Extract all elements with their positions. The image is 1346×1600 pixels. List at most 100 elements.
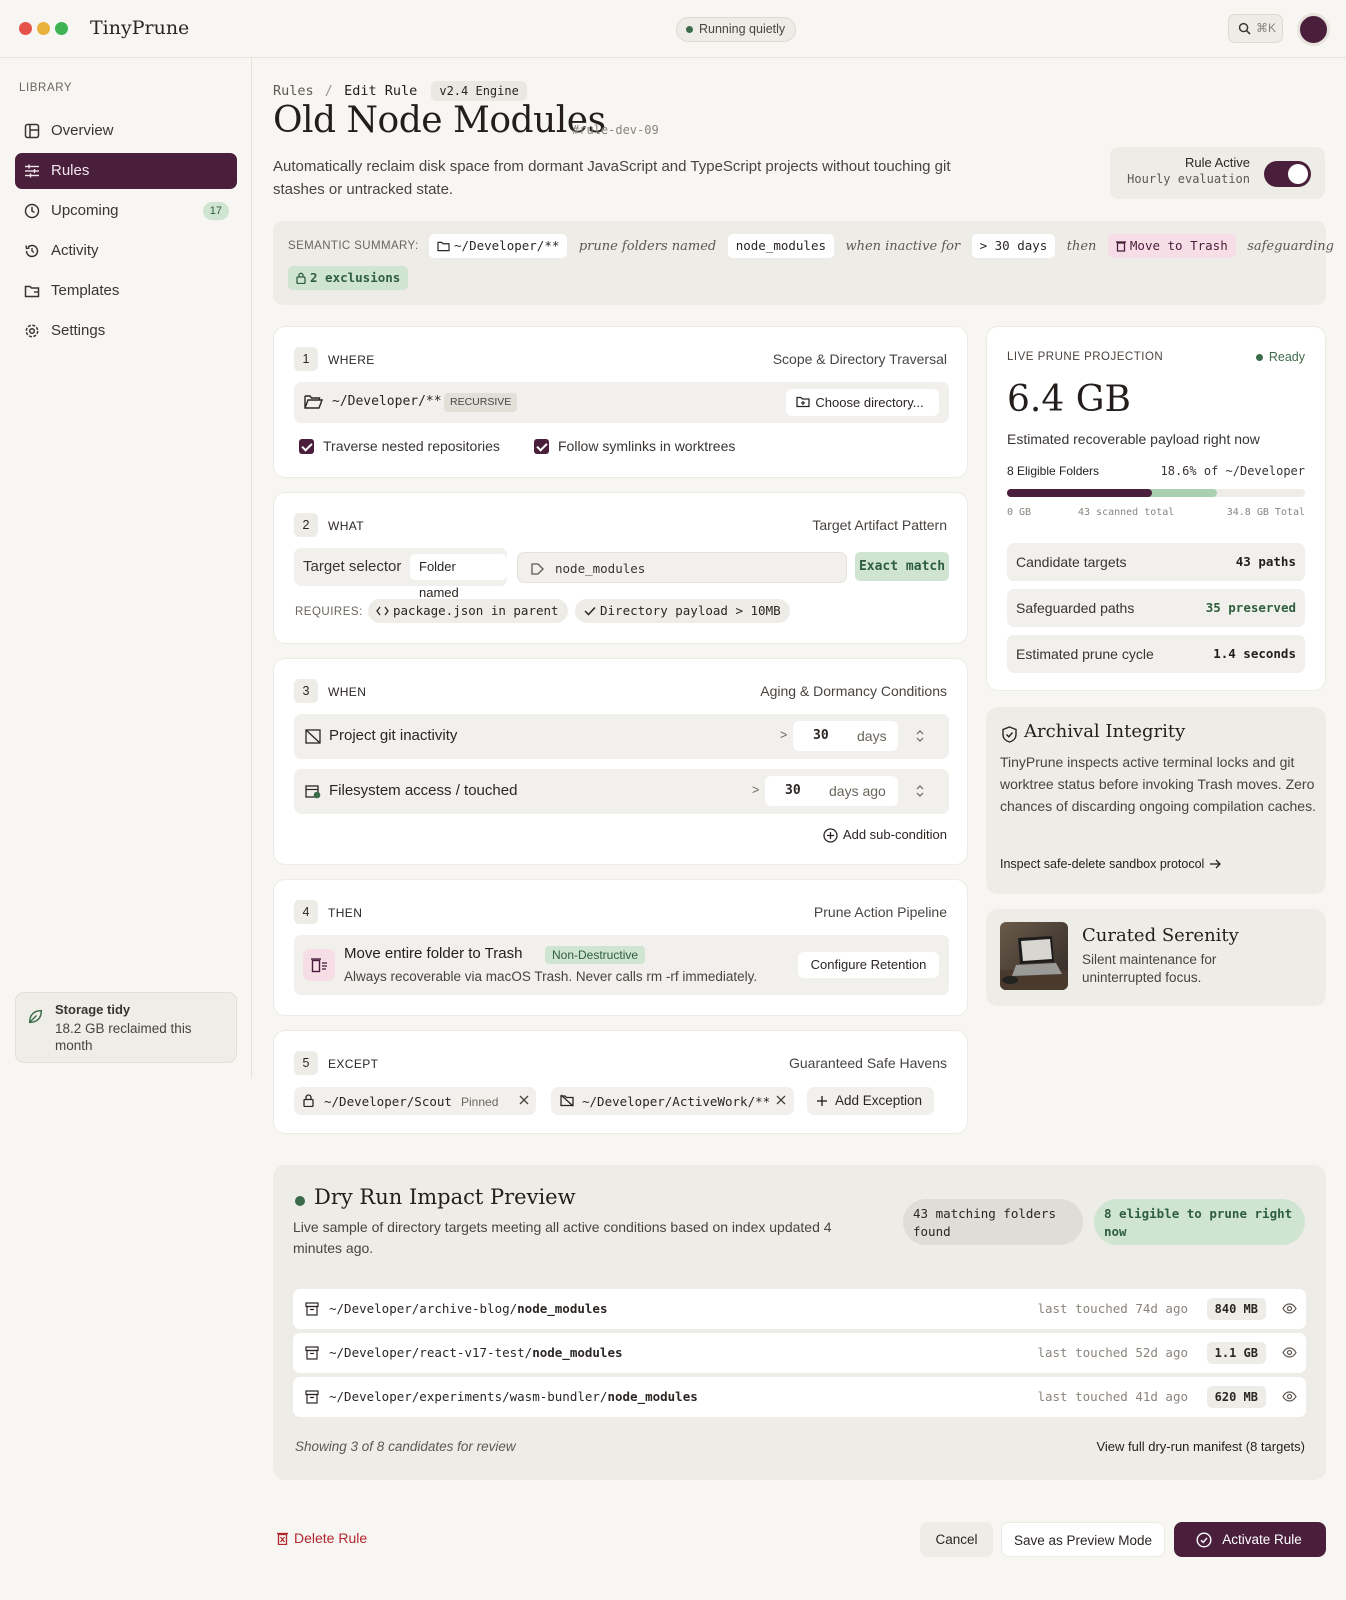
sidebar-item-settings[interactable]: Settings bbox=[15, 313, 237, 349]
stat-label: Safeguarded paths bbox=[1016, 600, 1135, 616]
breadcrumb-rules[interactable]: Rules bbox=[273, 83, 314, 99]
search-button[interactable]: ⌘K bbox=[1228, 14, 1283, 43]
step-label: WHEN bbox=[328, 685, 367, 699]
breadcrumb-current: Edit Rule bbox=[344, 83, 418, 99]
cancel-button[interactable]: Cancel bbox=[920, 1522, 993, 1557]
sidebar-item-label: Templates bbox=[51, 282, 120, 299]
lock-icon bbox=[296, 272, 306, 284]
table-row[interactable]: ~/Developer/archive-blog/node_modules la… bbox=[293, 1289, 1306, 1329]
summary-age-chip[interactable]: > 30 days bbox=[971, 234, 1056, 258]
serenity-body: Silent maintenance for uninterrupted foc… bbox=[1082, 952, 1217, 985]
requirement-package-json[interactable]: package.json in parent bbox=[368, 599, 568, 623]
exact-match-button[interactable]: Exact match bbox=[855, 552, 949, 581]
sidebar-item-label: Settings bbox=[51, 322, 106, 339]
requirement-2-text: Directory payload > 10MB bbox=[600, 603, 781, 618]
pinned-tag: Pinned bbox=[461, 1095, 499, 1109]
status-dot-icon bbox=[295, 1196, 305, 1206]
integrity-link[interactable]: Inspect safe-delete sandbox protocol bbox=[1000, 857, 1222, 871]
integrity-body: TinyPrune inspects active terminal locks… bbox=[1000, 754, 1316, 814]
where-card: 1 WHERE Scope & Directory Traversal ~/De… bbox=[273, 326, 968, 478]
row-last-touched: last touched 41d ago bbox=[1037, 1389, 1188, 1404]
avatar[interactable] bbox=[1297, 13, 1330, 46]
summary-path: ~/Developer/** bbox=[454, 238, 560, 253]
follow-symlinks-checkbox[interactable] bbox=[534, 439, 549, 454]
prune-action[interactable]: Move entire folder to Trash Non-Destruct… bbox=[294, 935, 949, 995]
sidebar-item-overview[interactable]: Overview bbox=[15, 113, 237, 149]
delete-rule-button[interactable]: Delete Rule bbox=[277, 1530, 367, 1546]
gear-icon bbox=[25, 324, 39, 338]
choose-directory-button[interactable]: Choose directory... bbox=[786, 389, 939, 416]
eye-icon[interactable] bbox=[1282, 1391, 1297, 1402]
traverse-nested-checkbox[interactable] bbox=[299, 439, 314, 454]
exception-chip[interactable]: ~/Developer/ActiveWork/** bbox=[551, 1087, 794, 1115]
target-selector-value[interactable]: Folder named bbox=[410, 554, 507, 600]
summary-text-3: then bbox=[1066, 238, 1097, 254]
stat-label: Estimated prune cycle bbox=[1016, 646, 1154, 662]
add-sub-condition-button[interactable]: Add sub-condition bbox=[823, 827, 947, 843]
pattern-input[interactable]: node_modules bbox=[517, 552, 847, 583]
matching-folders-badge: 43 matching folders found bbox=[903, 1199, 1083, 1245]
eye-icon[interactable] bbox=[1282, 1347, 1297, 1358]
row-target: node_modules bbox=[532, 1345, 623, 1360]
storage-tidy-card: Storage tidy 18.2 GB reclaimed this mont… bbox=[15, 992, 237, 1063]
close-icon[interactable] bbox=[776, 1095, 786, 1105]
title-bar: TinyPrune Running quietly ⌘K bbox=[0, 0, 1346, 58]
configure-retention-button[interactable]: Configure Retention bbox=[798, 952, 939, 978]
close-icon[interactable] bbox=[519, 1095, 529, 1105]
sidebar-item-rules[interactable]: Rules bbox=[15, 153, 237, 189]
activate-rule-button[interactable]: Activate Rule bbox=[1174, 1522, 1326, 1557]
add-exception-button[interactable]: Add Exception bbox=[807, 1087, 934, 1115]
stat-value: 35 preserved bbox=[1205, 600, 1296, 615]
status-pill: Running quietly bbox=[676, 17, 797, 42]
stepper-icon[interactable] bbox=[916, 783, 924, 799]
scale-min: 0 GB bbox=[1007, 507, 1032, 518]
integrity-link-text: Inspect safe-delete sandbox protocol bbox=[1000, 857, 1205, 871]
storage-detail: 18.2 GB reclaimed this month bbox=[55, 1021, 192, 1053]
save-preview-button[interactable]: Save as Preview Mode bbox=[1001, 1522, 1165, 1557]
summary-action-chip[interactable]: Move to Trash bbox=[1107, 234, 1236, 258]
table-row[interactable]: ~/Developer/react-v17-test/node_modules … bbox=[293, 1333, 1306, 1373]
exclusions-chip[interactable]: 2 exclusions bbox=[288, 266, 409, 290]
condition-value-input[interactable]: 30 days ago bbox=[765, 776, 898, 806]
laptop-photo bbox=[1000, 922, 1068, 990]
summary-name-chip[interactable]: node_modules bbox=[727, 234, 834, 258]
stepper-icon[interactable] bbox=[916, 728, 924, 744]
rule-active-toggle[interactable] bbox=[1264, 161, 1311, 187]
condition-git-inactivity[interactable]: Project git inactivity > 30 days bbox=[294, 714, 949, 759]
eye-icon[interactable] bbox=[1282, 1303, 1297, 1314]
action-title: Move entire folder to Trash bbox=[344, 945, 523, 962]
dry-run-preview: Dry Run Impact Preview Live sample of di… bbox=[273, 1165, 1326, 1480]
toggle-knob bbox=[1288, 164, 1308, 184]
table-row[interactable]: ~/Developer/experiments/wasm-bundler/nod… bbox=[293, 1377, 1306, 1417]
summary-path-chip[interactable]: ~/Developer/** bbox=[429, 234, 568, 258]
choose-directory-label: Choose directory... bbox=[815, 395, 924, 410]
step-number: 1 bbox=[294, 347, 318, 371]
rule-description: Automatically reclaim disk space from do… bbox=[273, 158, 951, 198]
row-size: 840 MB bbox=[1206, 1298, 1266, 1320]
then-card: 4 THEN Prune Action Pipeline Move entire… bbox=[273, 879, 968, 1016]
requirement-payload[interactable]: Directory payload > 10MB bbox=[575, 599, 790, 623]
sidebar-item-templates[interactable]: Templates bbox=[15, 273, 237, 309]
sidebar-item-upcoming[interactable]: Upcoming 17 bbox=[15, 193, 237, 229]
traverse-nested-label: Traverse nested repositories bbox=[323, 438, 500, 454]
history-icon bbox=[25, 244, 39, 258]
status-dot-icon bbox=[1255, 354, 1263, 361]
eligible-badge: 8 eligible to prune right now bbox=[1094, 1199, 1305, 1245]
condition-filesystem-access[interactable]: Filesystem access / touched > 30 days ag… bbox=[294, 769, 949, 814]
git-off-icon bbox=[305, 729, 321, 744]
exception-chip[interactable]: ~/Developer/Scout Pinned bbox=[294, 1087, 536, 1115]
zoom-window-button[interactable] bbox=[55, 22, 68, 35]
page-title: Old Node Modules bbox=[273, 100, 606, 141]
condition-unit: days ago bbox=[829, 783, 886, 799]
sidebar-item-label: Activity bbox=[51, 242, 99, 259]
scope-path-field[interactable]: ~/Developer/** RECURSIVE Choose director… bbox=[294, 382, 949, 423]
view-manifest-link[interactable]: View full dry-run manifest (8 targets) bbox=[1096, 1439, 1305, 1454]
ready-label: Ready bbox=[1268, 350, 1305, 364]
target-selector[interactable]: Target selector Folder named bbox=[294, 548, 507, 600]
condition-value-input[interactable]: 30 days bbox=[793, 721, 898, 751]
minimize-window-button[interactable] bbox=[37, 22, 50, 35]
exception-path: ~/Developer/Scout bbox=[324, 1094, 452, 1109]
sidebar: LIBRARY Overview Rules Upcoming 17 Activ… bbox=[0, 58, 252, 1078]
close-window-button[interactable] bbox=[19, 22, 32, 35]
sidebar-item-activity[interactable]: Activity bbox=[15, 233, 237, 269]
